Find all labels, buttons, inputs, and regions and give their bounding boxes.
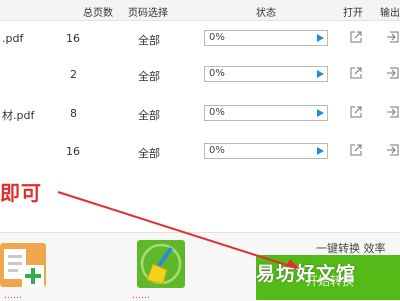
file-row[interactable]: .pdf 16 全部 0%	[0, 21, 400, 57]
annotation-text: 即可	[0, 181, 42, 205]
external-link-icon[interactable]	[349, 30, 363, 44]
header-page-select: 页码选择	[128, 8, 168, 19]
clear-list-tool[interactable]	[137, 240, 185, 288]
file-name: .pdf	[2, 32, 24, 45]
file-row[interactable]: 16 全部 0%	[0, 134, 400, 170]
file-total-pages: 2	[70, 68, 77, 81]
progress-bar: 0%	[204, 143, 328, 159]
add-file-tool[interactable]	[0, 239, 46, 289]
progress-text: 0%	[209, 68, 225, 79]
external-link-icon[interactable]	[349, 143, 363, 157]
progress-text: 0%	[209, 107, 225, 118]
page-range-select[interactable]: 全部	[138, 68, 160, 84]
export-icon[interactable]	[386, 143, 400, 157]
folder-add-icon	[0, 243, 46, 287]
header-export: 输出	[380, 8, 400, 19]
play-icon[interactable]	[317, 109, 324, 117]
file-row[interactable]: 2 全部 0%	[0, 57, 400, 93]
export-icon[interactable]	[386, 105, 400, 119]
progress-text: 0%	[209, 145, 225, 156]
external-link-icon[interactable]	[349, 105, 363, 119]
header-status: 状态	[256, 8, 276, 19]
play-icon[interactable]	[317, 34, 324, 42]
header-open: 打开	[343, 8, 363, 19]
external-link-icon[interactable]	[349, 66, 363, 80]
file-name: 材.pdf	[2, 109, 35, 122]
one-click-text: 一键转换 效率	[316, 242, 386, 255]
play-icon[interactable]	[317, 70, 324, 78]
watermark-text: 易坊好文馆	[256, 263, 357, 285]
file-total-pages: 8	[70, 107, 77, 120]
header-total-pages: 总页数	[83, 8, 113, 19]
progress-bar: 0%	[204, 30, 328, 46]
broom-icon	[140, 243, 182, 285]
page-range-select[interactable]: 全部	[138, 145, 160, 161]
progress-bar: 0%	[204, 105, 328, 121]
file-row[interactable]: 材.pdf 8 全部 0%	[0, 96, 400, 132]
progress-bar: 0%	[204, 66, 328, 82]
file-total-pages: 16	[66, 32, 80, 45]
page-range-select[interactable]: 全部	[138, 32, 160, 48]
page-range-select[interactable]: 全部	[138, 107, 160, 123]
export-icon[interactable]	[386, 30, 400, 44]
file-table-header: 总页数 页码选择 状态 打开 输出	[0, 0, 400, 21]
export-icon[interactable]	[386, 66, 400, 80]
file-total-pages: 16	[66, 145, 80, 158]
play-icon[interactable]	[317, 147, 324, 155]
progress-text: 0%	[209, 32, 225, 43]
